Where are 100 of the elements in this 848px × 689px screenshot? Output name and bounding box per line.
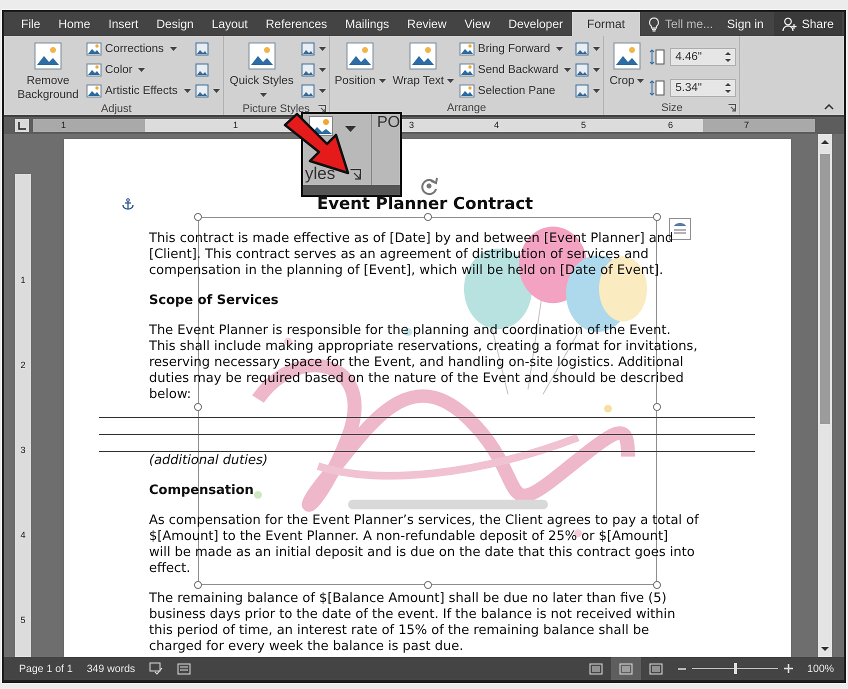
caret-icon [637,78,644,83]
ribbon-tab[interactable]: Format [572,12,640,36]
picture-icon [86,82,102,98]
size-spin-field[interactable]: 5.34" [670,78,736,97]
ribbon-button[interactable]: Artistic Effects [86,81,191,100]
ruler-number: 4 [20,529,26,541]
paragraph: The Event Planner is responsible for the planning and coordination of the Event. This shall include making appropriate reservations, creating a format for invitations, reserving necessary space for the Event, and handling on-site logistics. Additional duties may be required based on the nature of the Event and should be described below: [149,323,698,403]
ruler-number: 2 [20,359,26,371]
picture-icon [246,40,278,72]
ribbon-button[interactable]: Crop [607,39,646,100]
collapse-ribbon-icon[interactable] [824,104,834,110]
resize-handle[interactable] [194,581,202,589]
sign-in-link[interactable]: Sign in [727,17,764,31]
group-label: Arrange [446,102,486,114]
word-count[interactable]: 349 words [86,662,136,674]
dimension-icon [649,78,668,97]
picture-icon [194,82,210,98]
view-button[interactable] [611,657,642,680]
ribbon-button[interactable]: Corrections [86,39,191,58]
ribbon-button[interactable]: Wrap Text [390,39,456,100]
resize-handle[interactable] [653,213,661,221]
caret-icon [318,46,326,50]
zoom-level[interactable]: 100% [807,662,834,674]
picture-icon [458,82,475,98]
ribbon-tab[interactable]: Insert [99,12,148,36]
tell-me-field[interactable]: Tell me... [665,17,728,31]
caret-icon [212,88,220,92]
proofing-icon[interactable] [149,662,164,675]
placeholder-note: (additional duties) [149,453,269,469]
dimension-icon [649,48,668,66]
picture-icon [32,40,64,72]
paragraph: This contract is made effective as of [Date] by and between [Event Planner] and [Client]. This contract serves as an agreement of distribution of services and compensation in the planning of [Event], which will be held on [Date of Event]. [149,231,674,279]
ribbon-button[interactable]: Position [332,39,388,100]
ribbon-button[interactable]: Color [86,60,191,79]
paragraph: The remaining balance of $[Balance Amount] shall be due no later than five (5) business days prior to the date of the event. If the balance is not received within this period of time, an interest rate of 15% of the remaining balance shall be charged for every week the balance is past due. [149,591,676,655]
ribbon-button[interactable]: Bring Forward [458,39,572,58]
ribbon-tab[interactable]: View [456,12,500,36]
picture-icon [300,62,316,78]
spin-arrows-icon[interactable] [725,82,732,94]
resize-handle[interactable] [653,403,661,411]
size-spin-field[interactable]: 4.46" [670,48,736,66]
ribbon-tab[interactable]: References [256,12,336,36]
resize-handle[interactable] [653,581,661,589]
page-icon [649,662,664,674]
section-heading: Compensation [149,483,255,499]
picture-icon [407,40,440,72]
tab-stop-icon[interactable] [15,119,29,132]
group-label: Adjust [101,103,132,115]
caret-icon [170,46,177,50]
paragraph: As compensation for the Event Planner’s services, the Client agrees to pay a total of $[Amount] to the Event Planner. A non-refundable deposit of 25% or $[Amount] will be made as an initial deposit and is due on the date that this contract goes into effect. [149,513,700,577]
caret-icon [378,78,386,83]
spin-arrows-icon[interactable] [725,51,732,64]
dialog-launcher-icon[interactable] [318,105,326,113]
caret-icon [318,68,326,72]
ribbon-tab[interactable]: Home [49,12,100,36]
page-count[interactable]: Page 1 of 1 [19,662,73,674]
ruler-number: 1 [61,119,66,132]
caret-icon [593,88,600,92]
zoom-slider-thumb[interactable] [734,663,738,674]
caret-icon [446,78,454,83]
ribbon-tab[interactable]: Layout [202,12,257,36]
ruler-number: 1 [20,274,26,286]
picture-icon [574,40,590,56]
picture-icon [194,62,210,78]
caret-icon [138,68,146,72]
picture-icon [574,82,590,98]
resize-handle[interactable] [194,213,202,221]
ribbon-tab[interactable]: Review [398,12,456,36]
ribbon-tab[interactable]: Design [147,12,203,36]
resize-handle[interactable] [424,581,432,589]
resize-handle[interactable] [424,213,432,221]
ruler-number: 3 [20,444,26,456]
group-label: Size [661,102,683,114]
resize-handle[interactable] [194,403,202,411]
macro-icon[interactable] [177,662,192,675]
caret-icon [345,126,356,132]
person-icon [782,16,798,32]
scrollbar-thumb[interactable] [820,154,830,424]
ribbon-button[interactable]: Selection Pane [458,81,572,100]
ribbon-button[interactable]: Quick Styles [226,39,297,103]
share-button[interactable]: Share [774,12,842,36]
group-label: Picture Styles [242,103,310,115]
caret-icon [260,92,267,97]
zoom-in-icon[interactable] [784,664,794,673]
ribbon-button[interactable]: Send Backward [458,60,572,79]
ruler-number: 5 [581,119,586,132]
picture-icon [344,40,376,72]
ruler-number: 4 [494,119,500,132]
picture-icon [86,62,102,78]
ruler-number: 5 [20,614,26,626]
dialog-launcher-icon [350,169,361,180]
picture-icon [86,40,102,56]
ribbon-button[interactable]: Remove Background [13,39,83,103]
picture-icon [610,40,643,72]
ribbon-tab[interactable]: Developer [499,12,572,36]
page-icon [589,662,604,674]
ribbon-tab[interactable]: Mailings [336,12,398,36]
ruler-number: 7 [744,119,750,132]
caret-icon [564,68,572,72]
ribbon-tab[interactable]: File [12,12,50,36]
